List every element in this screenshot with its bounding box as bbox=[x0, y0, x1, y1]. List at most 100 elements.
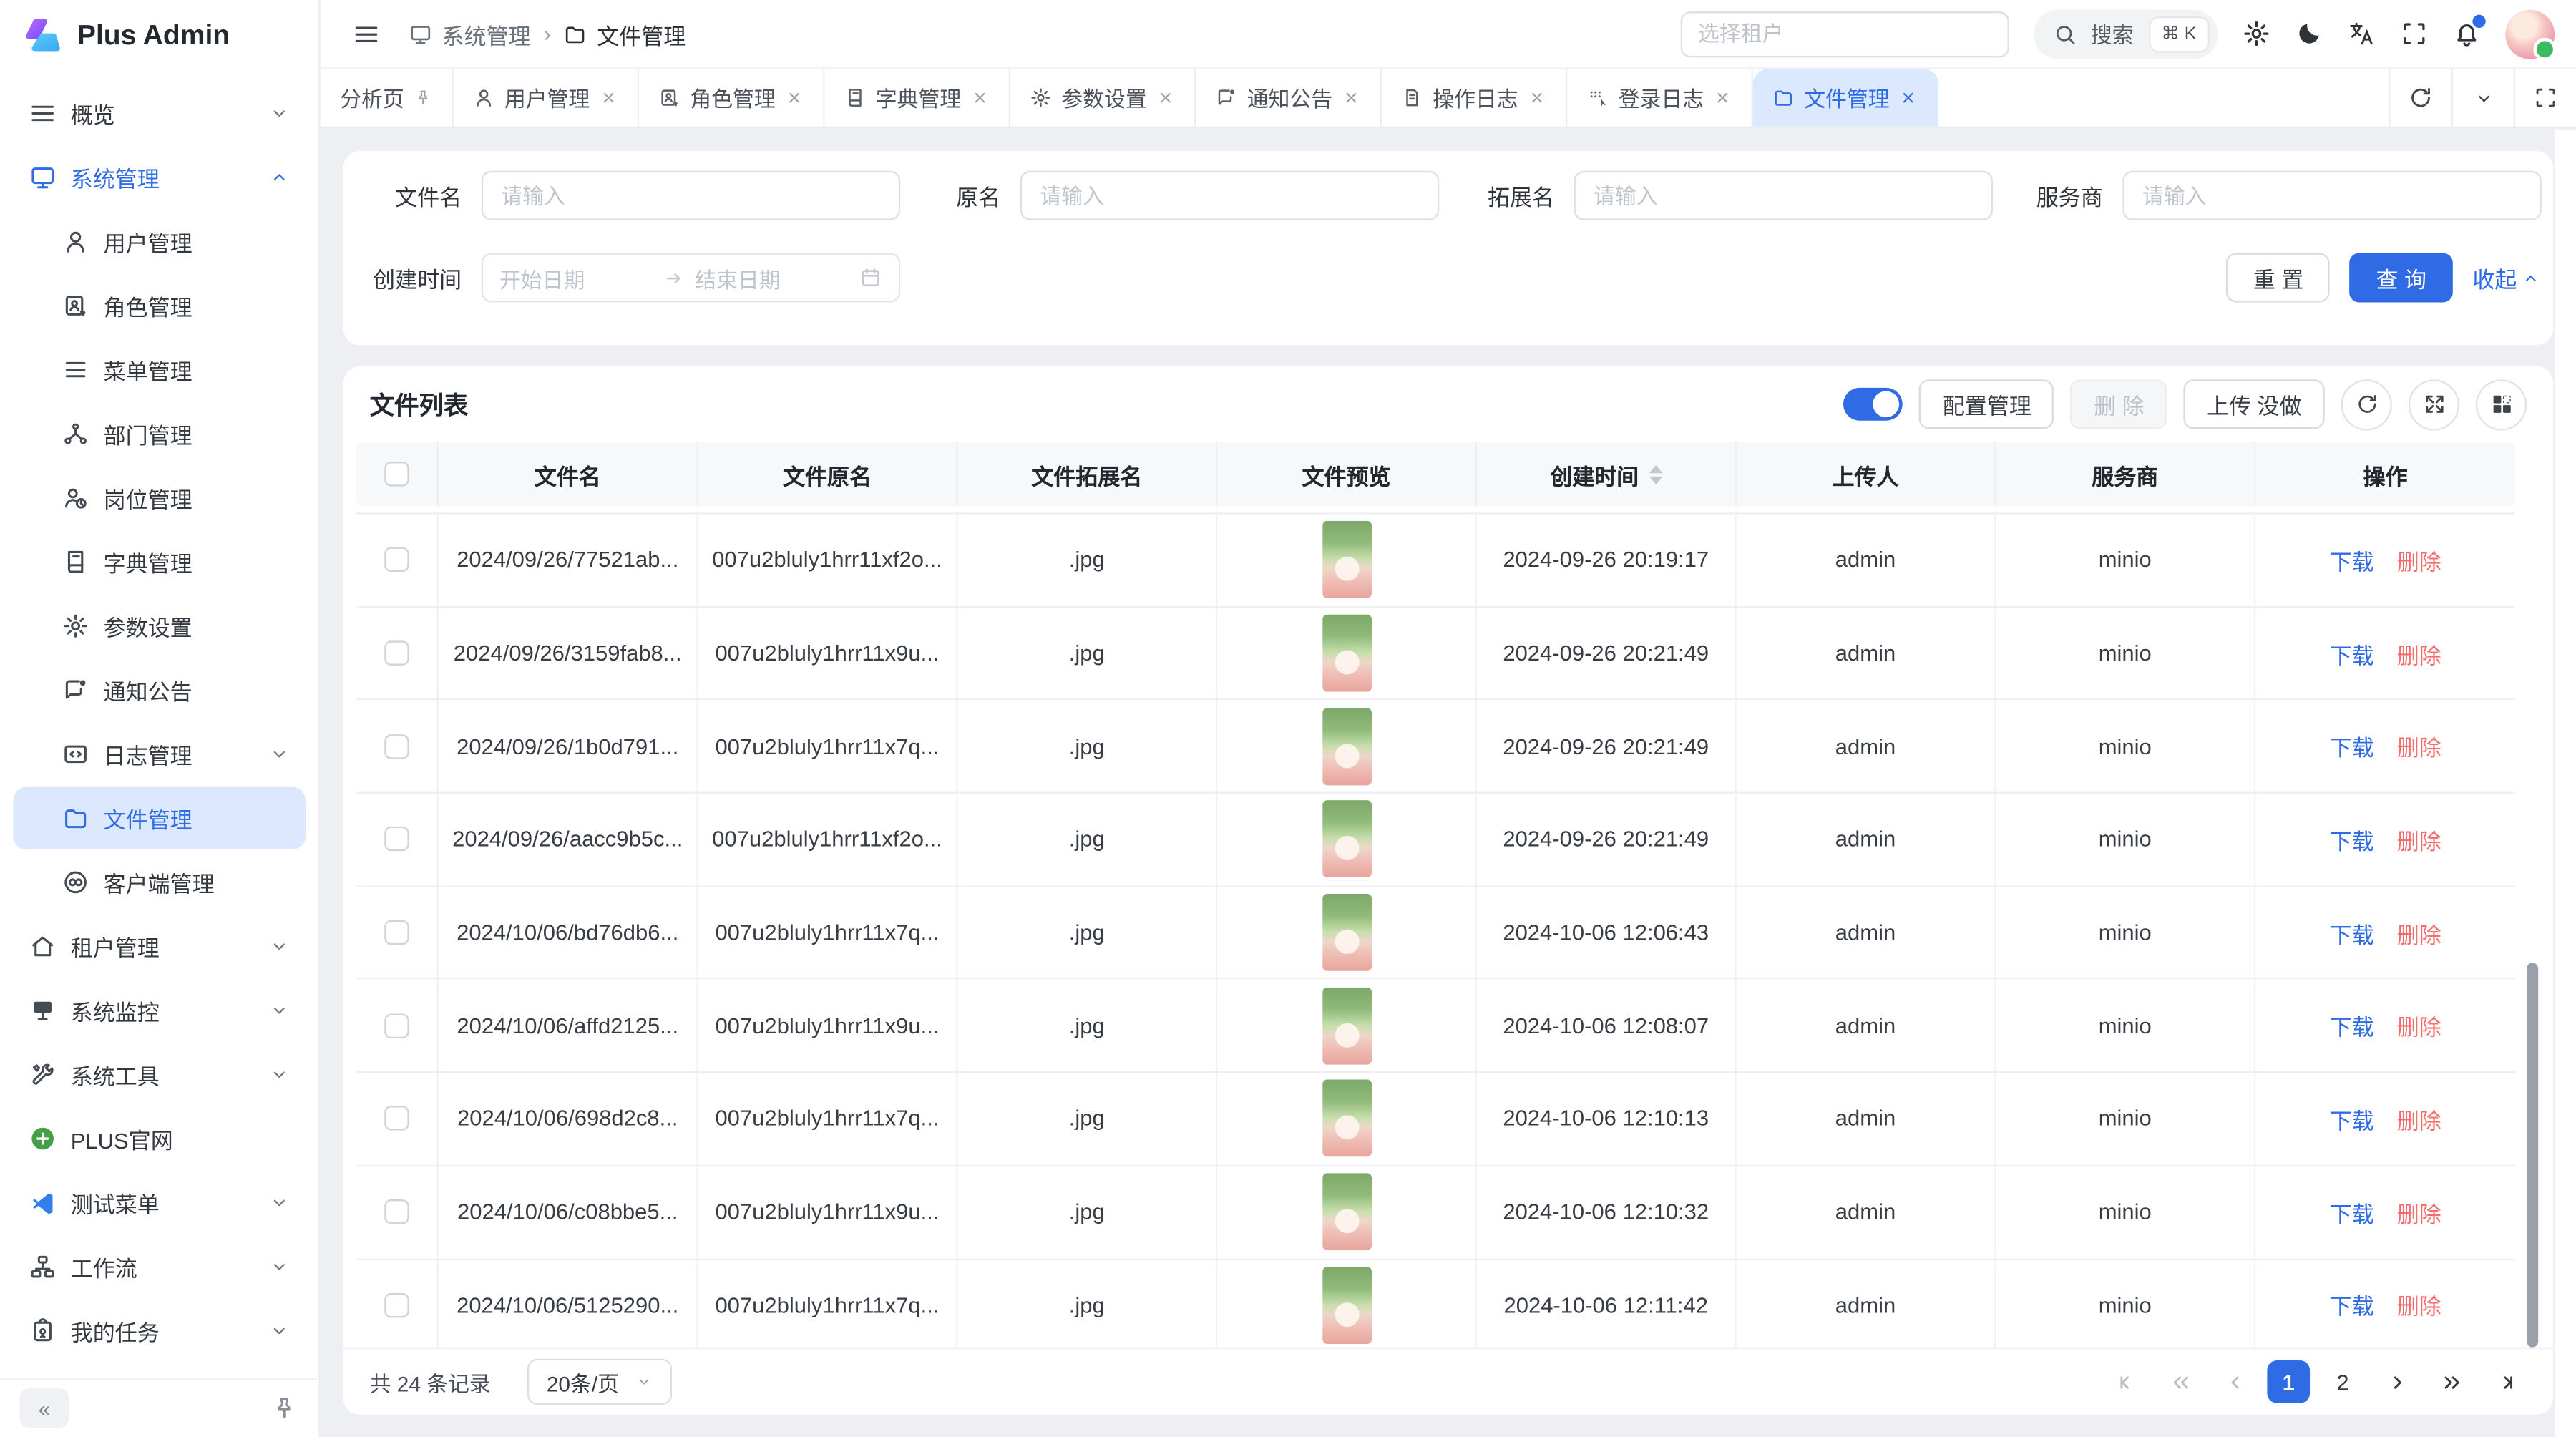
sidebar-item-client-mgmt[interactable]: 客户端管理 bbox=[13, 851, 306, 913]
tabs-refresh-button[interactable] bbox=[2389, 69, 2451, 126]
tab-param-set[interactable]: 参数设置 bbox=[1010, 69, 1196, 126]
settings-gear-icon[interactable] bbox=[2243, 20, 2270, 48]
sidebar-pin-icon[interactable] bbox=[271, 1395, 298, 1422]
sidebar-item-my-tasks[interactable]: 我的任务 bbox=[13, 1300, 306, 1362]
sidebar-item-tenant-mgmt[interactable]: 租户管理 bbox=[13, 915, 306, 978]
delete-link[interactable]: 删除 bbox=[2397, 1102, 2441, 1135]
table-refresh-button[interactable] bbox=[2341, 379, 2392, 429]
translate-icon[interactable] bbox=[2348, 20, 2376, 48]
row-checkbox[interactable] bbox=[384, 1106, 409, 1131]
sidebar-toggle-icon[interactable] bbox=[353, 21, 380, 47]
upload-button[interactable]: 上传 没做 bbox=[2184, 379, 2325, 429]
row-checkbox[interactable] bbox=[384, 920, 409, 945]
tab-op-log[interactable]: 操作日志 bbox=[1382, 69, 1567, 126]
sidebar-item-file-mgmt[interactable]: 文件管理 bbox=[13, 787, 306, 849]
avatar[interactable] bbox=[2505, 9, 2555, 59]
download-link[interactable]: 下载 bbox=[2330, 544, 2374, 577]
download-link[interactable]: 下载 bbox=[2330, 1196, 2374, 1229]
row-checkbox[interactable] bbox=[384, 734, 409, 759]
sidebar-item-system-mgmt[interactable]: 系统管理 bbox=[13, 146, 306, 208]
file-preview-thumbnail[interactable] bbox=[1322, 522, 1371, 599]
date-range-picker[interactable]: 开始日期 结束日期 bbox=[482, 253, 900, 303]
page-number[interactable]: 1 bbox=[2267, 1360, 2310, 1403]
sidebar-item-sys-monitor[interactable]: 系统监控 bbox=[13, 979, 306, 1041]
global-search-button[interactable]: 搜索 ⌘ K bbox=[2033, 9, 2218, 59]
file-preview-thumbnail[interactable] bbox=[1322, 1080, 1371, 1157]
config-manage-button[interactable]: 配置管理 bbox=[1920, 379, 2054, 429]
page-first[interactable] bbox=[2104, 1360, 2147, 1403]
extension-input[interactable] bbox=[1574, 171, 1992, 220]
download-link[interactable]: 下载 bbox=[2330, 1102, 2374, 1135]
tab-analysis[interactable]: 分析页 bbox=[321, 69, 454, 126]
breadcrumb-item[interactable]: 系统管理 bbox=[409, 17, 531, 50]
sidebar-item-user-mgmt[interactable]: 用户管理 bbox=[13, 210, 306, 273]
sidebar-item-post-mgmt[interactable]: 岗位管理 bbox=[13, 467, 306, 529]
page-number[interactable]: 2 bbox=[2321, 1360, 2364, 1403]
sidebar-item-plus-site[interactable]: PLUS官网 bbox=[13, 1107, 306, 1169]
download-link[interactable]: 下载 bbox=[2330, 916, 2374, 949]
page-size-select[interactable]: 20条/页 bbox=[527, 1359, 671, 1405]
original-name-input[interactable] bbox=[1020, 171, 1439, 220]
sort-icons[interactable] bbox=[1649, 464, 1662, 484]
tab-close-icon[interactable] bbox=[786, 89, 804, 107]
breadcrumb-item[interactable]: 文件管理 bbox=[564, 17, 686, 50]
sidebar-item-sys-tools[interactable]: 系统工具 bbox=[13, 1043, 306, 1106]
page-back5[interactable] bbox=[2159, 1360, 2202, 1403]
tab-user-mgmt[interactable]: 用户管理 bbox=[454, 69, 639, 126]
tenant-select-input[interactable] bbox=[1680, 11, 2009, 57]
collapse-filter-link[interactable]: 收起 bbox=[2472, 261, 2540, 294]
sidebar-item-dept-mgmt[interactable]: 部门管理 bbox=[13, 403, 306, 465]
page-forward5[interactable] bbox=[2430, 1360, 2473, 1403]
tabs-fullscreen-button[interactable] bbox=[2514, 69, 2576, 126]
download-link[interactable]: 下载 bbox=[2330, 823, 2374, 856]
sidebar-item-test-menu[interactable]: 测试菜单 bbox=[13, 1171, 306, 1234]
sidebar-item-workflow[interactable]: 工作流 bbox=[13, 1236, 306, 1298]
tab-dict-mgmt[interactable]: 字典管理 bbox=[825, 69, 1010, 126]
table-columns-button[interactable] bbox=[2476, 379, 2527, 429]
delete-link[interactable]: 删除 bbox=[2397, 544, 2441, 577]
delete-link[interactable]: 删除 bbox=[2397, 1289, 2441, 1322]
file-preview-thumbnail[interactable] bbox=[1322, 1267, 1371, 1344]
download-link[interactable]: 下载 bbox=[2330, 637, 2374, 670]
tab-notice[interactable]: 通知公告 bbox=[1196, 69, 1382, 126]
tabs-menu-button[interactable] bbox=[2451, 69, 2514, 126]
page-next[interactable] bbox=[2376, 1360, 2419, 1403]
sidebar-item-notice[interactable]: 通知公告 bbox=[13, 659, 306, 721]
delete-link[interactable]: 删除 bbox=[2397, 1196, 2441, 1229]
row-checkbox[interactable] bbox=[384, 1013, 409, 1038]
query-button[interactable]: 查 询 bbox=[2350, 253, 2453, 303]
download-link[interactable]: 下载 bbox=[2330, 1009, 2374, 1042]
fullscreen-icon[interactable] bbox=[2400, 20, 2428, 48]
table-expand-button[interactable] bbox=[2409, 379, 2459, 429]
reset-button[interactable]: 重 置 bbox=[2227, 253, 2330, 303]
tab-pin-icon[interactable] bbox=[414, 89, 432, 107]
delete-link[interactable]: 删除 bbox=[2397, 916, 2441, 949]
row-checkbox[interactable] bbox=[384, 827, 409, 852]
tab-close-icon[interactable] bbox=[1528, 89, 1546, 107]
dark-mode-moon-icon[interactable] bbox=[2295, 20, 2323, 48]
select-all-checkbox[interactable] bbox=[384, 462, 409, 486]
sidebar-item-menu-mgmt[interactable]: 菜单管理 bbox=[13, 338, 306, 401]
sidebar-item-log-mgmt[interactable]: 日志管理 bbox=[13, 723, 306, 785]
delete-link[interactable]: 删除 bbox=[2397, 1009, 2441, 1042]
download-link[interactable]: 下载 bbox=[2330, 730, 2374, 763]
tab-close-icon[interactable] bbox=[1157, 89, 1175, 107]
tab-role-mgmt[interactable]: 角色管理 bbox=[639, 69, 824, 126]
delete-link[interactable]: 删除 bbox=[2397, 730, 2441, 763]
table-scrollbar-thumb[interactable] bbox=[2527, 963, 2538, 1347]
row-checkbox[interactable] bbox=[384, 1293, 409, 1317]
file-preview-thumbnail[interactable] bbox=[1322, 987, 1371, 1064]
download-link[interactable]: 下载 bbox=[2330, 1289, 2374, 1322]
sidebar-item-param-set[interactable]: 参数设置 bbox=[13, 595, 306, 657]
row-checkbox[interactable] bbox=[384, 640, 409, 665]
file-preview-thumbnail[interactable] bbox=[1322, 894, 1371, 971]
provider-input[interactable] bbox=[2122, 171, 2541, 220]
tab-login-log[interactable]: 登录日志 bbox=[1568, 69, 1753, 126]
page-last[interactable] bbox=[2484, 1360, 2527, 1403]
page-scrollbar-track[interactable] bbox=[2555, 130, 2576, 1437]
delete-button[interactable]: 删 除 bbox=[2071, 379, 2167, 429]
sidebar-item-role-mgmt[interactable]: 角色管理 bbox=[13, 274, 306, 336]
tab-close-icon[interactable] bbox=[1714, 89, 1732, 107]
search-panel-toggle[interactable] bbox=[1844, 388, 1903, 421]
file-preview-thumbnail[interactable] bbox=[1322, 708, 1371, 785]
